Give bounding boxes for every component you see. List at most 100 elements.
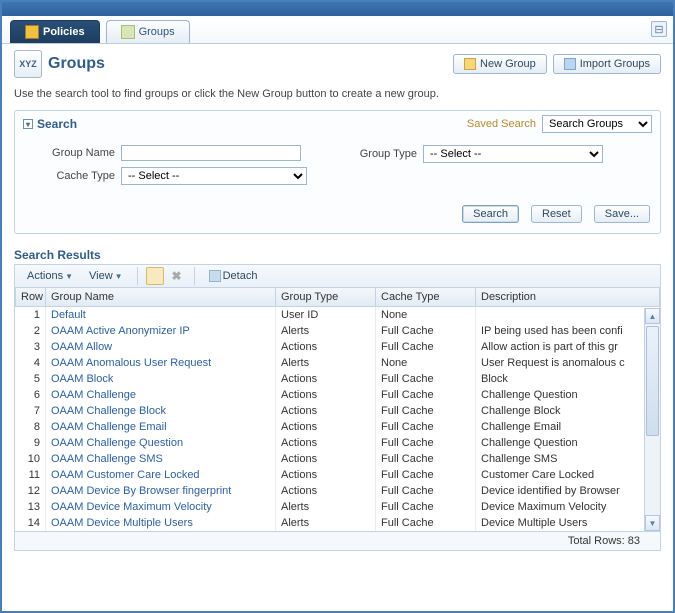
close-tab-button[interactable]: ⊟ — [651, 21, 667, 37]
new-group-icon — [464, 58, 476, 70]
tab-groups-label: Groups — [139, 26, 175, 38]
group-link[interactable]: OAAM Active Anonymizer IP — [51, 325, 190, 337]
table-row[interactable]: 11OAAM Customer Care LockedActionsFull C… — [16, 467, 660, 483]
cell-cache-type: None — [376, 307, 476, 324]
table-row[interactable]: 10OAAM Challenge SMSActionsFull CacheCha… — [16, 451, 660, 467]
row-number: 13 — [16, 499, 46, 515]
table-row[interactable]: 4OAAM Anomalous User RequestAlertsNoneUs… — [16, 355, 660, 371]
group-link[interactable]: OAAM Anomalous User Request — [51, 357, 211, 369]
view-menu[interactable]: View ▼ — [83, 268, 129, 284]
group-link[interactable]: OAAM Device Maximum Velocity — [51, 501, 212, 513]
toolbar-divider — [194, 267, 195, 285]
table-row[interactable]: 6OAAM ChallengeActionsFull CacheChalleng… — [16, 387, 660, 403]
group-link[interactable]: OAAM Customer Care Locked — [51, 469, 200, 481]
row-number: 3 — [16, 339, 46, 355]
row-number: 10 — [16, 451, 46, 467]
col-cache-type[interactable]: Cache Type — [376, 288, 476, 307]
tab-policies-label: Policies — [43, 26, 85, 38]
table-row[interactable]: 2OAAM Active Anonymizer IPAlertsFull Cac… — [16, 323, 660, 339]
detach-button[interactable]: Detach — [203, 268, 264, 284]
cell-group-type: Alerts — [276, 515, 376, 531]
scroll-down-icon[interactable]: ▼ — [645, 515, 660, 531]
scroll-thumb[interactable] — [646, 326, 659, 436]
col-group-name[interactable]: Group Name — [46, 288, 276, 307]
cell-description: Device Multiple Users — [476, 515, 660, 531]
cell-group-type: Actions — [276, 467, 376, 483]
save-search-button[interactable]: Save... — [594, 205, 650, 223]
page-title-icon: XYZ — [14, 50, 42, 78]
cell-group-name: OAAM Device By Browser fingerprint — [46, 483, 276, 499]
group-link[interactable]: OAAM Block — [51, 373, 113, 385]
cell-group-name: Default — [46, 307, 276, 324]
cell-cache-type: Full Cache — [376, 499, 476, 515]
import-icon — [564, 58, 576, 70]
table-row[interactable]: 13OAAM Device Maximum VelocityAlertsFull… — [16, 499, 660, 515]
cache-type-select[interactable]: -- Select -- — [121, 167, 307, 185]
table-row[interactable]: 12OAAM Device By Browser fingerprintActi… — [16, 483, 660, 499]
results-heading: Search Results — [14, 248, 661, 262]
cell-group-name: OAAM Challenge — [46, 387, 276, 403]
table-row[interactable]: 7OAAM Challenge BlockActionsFull CacheCh… — [16, 403, 660, 419]
group-link[interactable]: Default — [51, 309, 86, 321]
cell-cache-type: Full Cache — [376, 451, 476, 467]
col-row[interactable]: Row — [16, 288, 46, 307]
new-group-button[interactable]: New Group — [453, 54, 547, 74]
cell-group-type: Actions — [276, 419, 376, 435]
group-link[interactable]: OAAM Challenge Email — [51, 421, 167, 433]
search-title: Search — [37, 117, 77, 131]
tab-policies[interactable]: Policies — [10, 20, 100, 43]
collapse-icon[interactable]: ▾ — [23, 119, 33, 129]
group-name-input[interactable] — [121, 145, 301, 161]
cell-cache-type: Full Cache — [376, 323, 476, 339]
row-number: 4 — [16, 355, 46, 371]
vertical-scrollbar[interactable]: ▲ ▼ — [644, 308, 660, 531]
saved-search-select[interactable]: Search Groups — [542, 115, 652, 133]
scroll-up-icon[interactable]: ▲ — [645, 308, 660, 324]
row-number: 9 — [16, 435, 46, 451]
table-row[interactable]: 1DefaultUser IDNone — [16, 307, 660, 324]
table-row[interactable]: 9OAAM Challenge QuestionActionsFull Cach… — [16, 435, 660, 451]
col-description[interactable]: Description — [476, 288, 660, 307]
cell-description: Allow action is part of this gr — [476, 339, 660, 355]
cell-cache-type: Full Cache — [376, 387, 476, 403]
group-type-select[interactable]: -- Select -- — [423, 145, 603, 163]
reset-button[interactable]: Reset — [531, 205, 582, 223]
row-number: 7 — [16, 403, 46, 419]
import-groups-button[interactable]: Import Groups — [553, 54, 661, 74]
group-link[interactable]: OAAM Challenge — [51, 389, 136, 401]
saved-search-label: Saved Search — [467, 118, 536, 130]
actions-label: Actions — [27, 270, 63, 282]
tab-groups[interactable]: Groups — [106, 20, 190, 43]
cell-group-name: OAAM Allow — [46, 339, 276, 355]
search-button[interactable]: Search — [462, 205, 519, 223]
cell-cache-type: Full Cache — [376, 403, 476, 419]
cell-description: Customer Care Locked — [476, 467, 660, 483]
results-table: Row Group Name Group Type Cache Type Des… — [15, 288, 660, 532]
detach-icon — [209, 270, 221, 282]
group-link[interactable]: OAAM Device Multiple Users — [51, 517, 193, 529]
table-row[interactable]: 3 OAAM Allow ActionsFull CacheAllow action… — [16, 339, 660, 355]
cell-group-type: Actions — [276, 339, 376, 355]
policies-icon — [25, 25, 39, 39]
actions-menu[interactable]: Actions ▼ — [21, 268, 79, 284]
group-link[interactable]: OAAM Challenge SMS — [51, 453, 163, 465]
tabs-row: Policies Groups ⊟ — [2, 16, 673, 44]
table-row[interactable]: 5OAAM BlockActionsFull CacheBlock — [16, 371, 660, 387]
group-link[interactable]: OAAM Allow — [51, 341, 112, 353]
cell-cache-type: Full Cache — [376, 339, 476, 355]
table-row[interactable]: 8OAAM Challenge EmailActionsFull CacheCh… — [16, 419, 660, 435]
table-row[interactable]: 14OAAM Device Multiple UsersAlertsFull C… — [16, 515, 660, 531]
search-panel: ▾ Search Saved Search Search Groups Grou… — [14, 110, 661, 234]
cell-description: Challenge Question — [476, 435, 660, 451]
cell-description: Device identified by Browser — [476, 483, 660, 499]
group-link[interactable]: OAAM Device By Browser fingerprint — [51, 485, 231, 497]
cell-group-type: Actions — [276, 371, 376, 387]
col-group-type[interactable]: Group Type — [276, 288, 376, 307]
delete-icon[interactable]: ✖ — [168, 267, 186, 285]
cell-cache-type: Full Cache — [376, 515, 476, 531]
group-link[interactable]: OAAM Challenge Question — [51, 437, 183, 449]
table-row[interactable]: 15OAAM Device by Digital CookieActionsFu… — [16, 531, 660, 532]
group-link[interactable]: OAAM Challenge Block — [51, 405, 166, 417]
create-icon[interactable] — [146, 267, 164, 285]
search-button-label: Search — [473, 208, 508, 220]
